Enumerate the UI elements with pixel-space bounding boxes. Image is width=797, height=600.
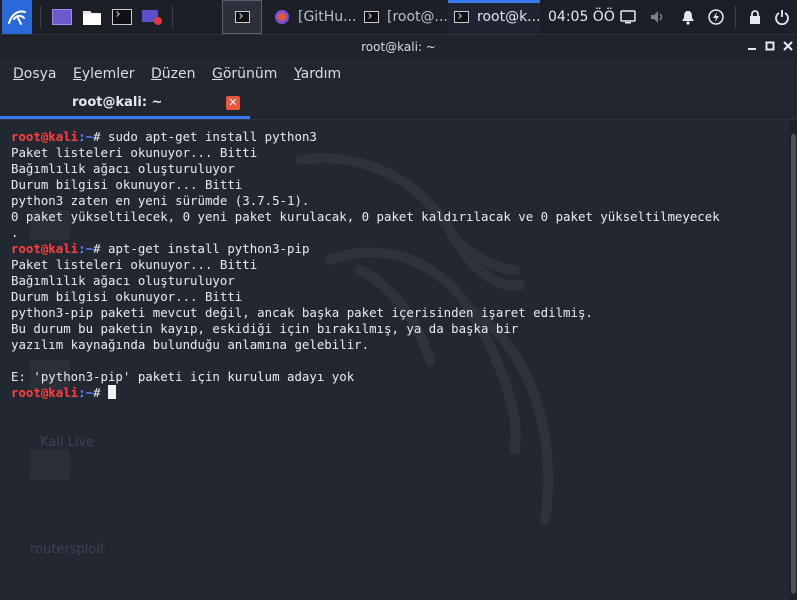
terminal-output-line: python3 zaten en yeni sürümde (3.7.5-1). — [11, 193, 310, 208]
taskbar-button-github[interactable]: [GitHu... — [268, 0, 358, 34]
taskbar-button-terminal-active[interactable]: root@k... — [448, 0, 540, 34]
prompt-symbol: # — [93, 385, 108, 400]
prompt-symbol: # — [93, 241, 108, 256]
files-icon[interactable] — [80, 0, 104, 34]
kali-menu-icon[interactable] — [2, 0, 32, 34]
close-icon — [783, 41, 793, 51]
desktop-icon-label: routersploit — [30, 542, 105, 557]
lock-icon[interactable] — [747, 9, 763, 25]
terminal-output-line: Bu durum bu paketin kayıp, eskidiği için… — [11, 321, 519, 336]
prompt-user: root@kali — [11, 385, 79, 400]
terminal-output-line: 0 paket yükseltilecek, 0 yeni paket kuru… — [11, 209, 720, 224]
command-text: sudo apt-get install python3 — [107, 129, 317, 144]
menu-gorunum[interactable]: Görünüm — [212, 66, 277, 82]
close-button[interactable] — [780, 39, 796, 55]
terminal-output-line: Bağımlılık ağacı oluşturuluyor — [11, 273, 235, 288]
terminal-view[interactable]: Kali Live routersploit root@kali:~# sudo… — [0, 120, 789, 600]
taskbar-label: [GitHu... — [298, 9, 357, 25]
terminal-output-line: . — [11, 225, 19, 240]
tab-close-button[interactable]: ✕ — [226, 96, 240, 110]
terminal-icon — [364, 11, 379, 23]
taskbar-button-terminal-2[interactable]: [root@... — [358, 0, 448, 34]
terminal-output-line: Paket listeleri okunuyor... Bitti — [11, 257, 258, 272]
prompt-symbol: # — [93, 129, 108, 144]
clock[interactable]: 04:05 ÖÖ — [548, 0, 615, 34]
terminal-icon — [234, 11, 250, 23]
terminal-output-line: Bağımlılık ağacı oluşturuluyor — [11, 161, 235, 176]
taskbar-label: root@k... — [477, 9, 540, 25]
minimize-button[interactable] — [744, 39, 760, 55]
terminal-output-line: Paket listeleri okunuyor... Bitti — [11, 145, 258, 160]
menu-duzen[interactable]: Düzen — [151, 66, 196, 82]
power-icon[interactable] — [774, 9, 790, 25]
prompt-path: :~ — [78, 385, 94, 400]
prompt-path: :~ — [78, 129, 94, 144]
taskbar-button-terminal[interactable] — [222, 0, 262, 34]
terminal-scrollbar[interactable] — [789, 120, 797, 600]
prompt-user: root@kali — [11, 241, 79, 256]
prompt-path: :~ — [78, 241, 94, 256]
terminal-icon[interactable] — [110, 0, 134, 34]
power-manager-icon[interactable] — [708, 9, 724, 25]
firefox-icon — [275, 10, 289, 24]
terminal-output-line: python3-pip paketi mevcut değil, ancak b… — [11, 305, 593, 320]
terminal-output-line — [11, 353, 720, 369]
terminal-prompt-line: root@kali:~# sudo apt-get install python… — [11, 129, 720, 145]
terminal-prompt-line: root@kali:~# apt-get install python3-pip — [11, 241, 720, 257]
top-panel: [GitHu... [root@... root@k... 04:05 ÖÖ — [0, 0, 797, 35]
desktop-icon-label: Kali Live — [40, 435, 95, 450]
taskbar-label: [root@... — [387, 9, 448, 25]
display-icon[interactable] — [620, 9, 636, 25]
window-titlebar[interactable]: root@kali: ~ — [0, 35, 797, 59]
screen-recorder-icon[interactable] — [140, 0, 164, 34]
menu-yardim[interactable]: Yardım — [294, 66, 341, 82]
menu-dosya[interactable]: Dosya — [13, 66, 57, 82]
tab-terminal[interactable]: root@kali: ~ ✕ — [0, 91, 250, 119]
menu-eylemler[interactable]: Eylemler — [73, 66, 135, 82]
tab-label: root@kali: ~ — [72, 95, 163, 110]
workspace-icon[interactable] — [50, 0, 74, 34]
menubar: Dosya Eylemler Düzen Görünüm Yardım — [0, 59, 797, 91]
minimize-icon — [748, 48, 756, 50]
terminal-output: root@kali:~# sudo apt-get install python… — [11, 129, 720, 401]
maximize-icon — [765, 41, 775, 51]
tab-bar: root@kali: ~ ✕ — [0, 91, 797, 120]
terminal-output-line: Durum bilgisi okunuyor... Bitti — [11, 289, 243, 304]
terminal-output-line: yazılım kaynağında bulunduğu anlamına ge… — [11, 337, 370, 352]
scrollbar-thumb[interactable] — [791, 134, 796, 594]
window-title: root@kali: ~ — [361, 40, 436, 54]
prompt-user: root@kali — [11, 129, 79, 144]
volume-icon[interactable] — [650, 9, 666, 25]
text-cursor — [107, 385, 116, 399]
terminal-output-line: E: 'python3-pip' paketi için kurulum ada… — [11, 369, 355, 384]
terminal-icon — [454, 11, 469, 23]
notifications-icon[interactable] — [680, 9, 696, 25]
terminal-prompt-line: root@kali:~# — [11, 385, 720, 401]
terminal-output-line: Durum bilgisi okunuyor... Bitti — [11, 177, 243, 192]
command-text: apt-get install python3-pip — [107, 241, 310, 256]
maximize-button[interactable] — [762, 39, 778, 55]
